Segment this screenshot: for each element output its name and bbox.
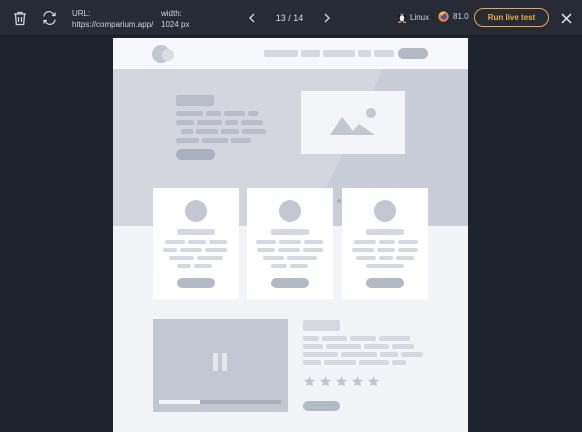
preview-nav-item — [374, 50, 394, 57]
video-progress-fill — [159, 400, 201, 404]
pager: 13 / 14 — [243, 9, 336, 27]
star-icon — [320, 376, 331, 387]
preview-nav-item — [358, 50, 371, 57]
star-icon — [304, 376, 315, 387]
width-label: width: — [161, 9, 182, 18]
preview-media-button — [303, 401, 340, 411]
star-icon — [368, 376, 379, 387]
close-icon[interactable] — [557, 9, 575, 27]
preview-nav-item — [301, 50, 320, 57]
trash-icon[interactable] — [10, 8, 30, 28]
os-name: Linux — [410, 12, 430, 22]
preview-media-text — [303, 319, 428, 412]
url-label: URL: — [72, 9, 91, 18]
linux-icon — [397, 11, 407, 23]
preview-card — [247, 188, 333, 299]
preview-video-player — [153, 319, 288, 412]
refresh-icon[interactable] — [39, 8, 59, 28]
preview-header — [113, 38, 468, 69]
video-progress-bar — [159, 400, 281, 404]
preview-nav-item — [264, 50, 298, 57]
image-placeholder-icon — [330, 108, 376, 135]
preview-hero-button — [176, 149, 215, 160]
star-icon — [352, 376, 363, 387]
preview-rating-stars — [303, 375, 393, 388]
preview-hero-text — [176, 111, 266, 143]
preview-card — [342, 188, 428, 299]
url-value: https://comparium.app/ — [72, 20, 154, 29]
page-counter: 13 / 14 — [275, 13, 304, 23]
chevron-left-icon[interactable] — [243, 9, 261, 27]
run-live-test-button[interactable]: Run live test — [474, 8, 549, 27]
preview-hero-heading — [176, 95, 214, 106]
screenshot-preview[interactable] — [113, 38, 468, 432]
url-info: URL: https://comparium.app/ — [72, 8, 153, 30]
toolbar: URL: https://comparium.app/ width: 1024 … — [0, 0, 582, 36]
preview-hero-image — [301, 91, 405, 154]
width-info: width: 1024 px — [161, 8, 189, 30]
os-indicator: Linux — [397, 11, 429, 23]
preview-logo — [152, 45, 178, 63]
pause-icon — [212, 353, 229, 371]
width-value: 1024 px — [161, 20, 190, 29]
preview-card — [153, 188, 239, 299]
star-icon — [336, 376, 347, 387]
preview-nav-item — [323, 50, 355, 57]
browser-indicator: 81.0 — [438, 11, 469, 22]
chevron-right-icon[interactable] — [318, 9, 336, 27]
firefox-icon — [438, 11, 449, 22]
preview-nav-button — [398, 48, 428, 59]
browser-version: 81.0 — [453, 12, 469, 21]
